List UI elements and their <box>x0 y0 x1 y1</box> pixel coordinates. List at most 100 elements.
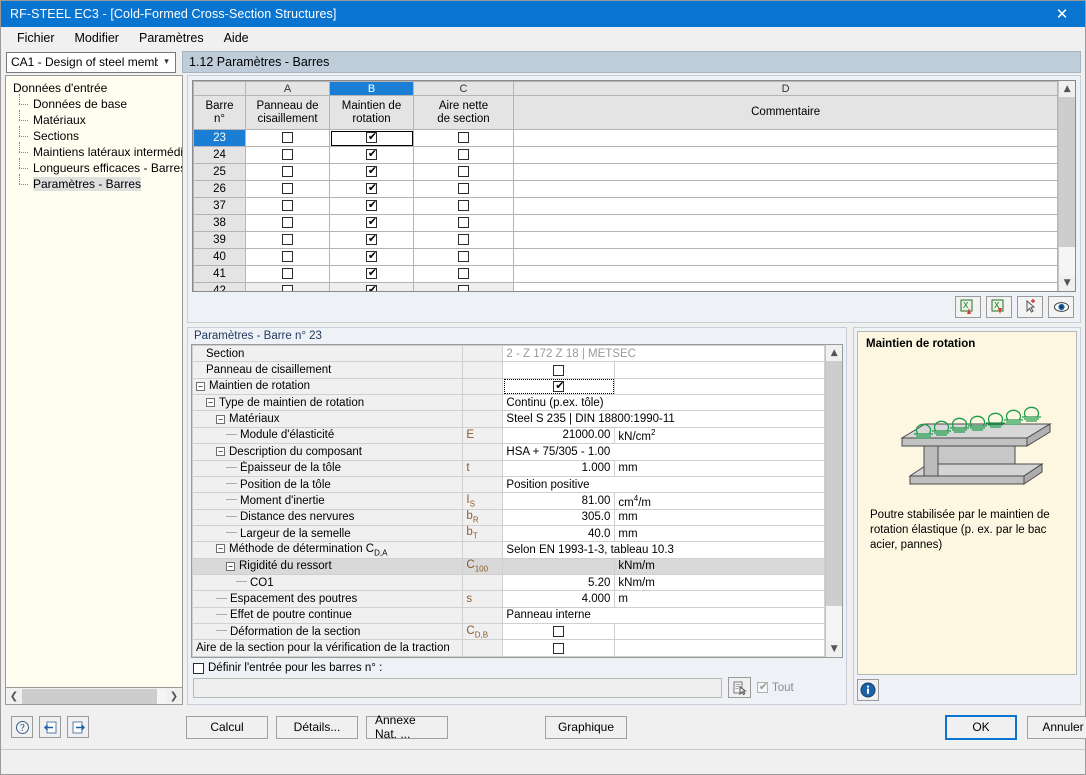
collapse-toggle-icon[interactable]: − <box>216 447 225 457</box>
close-icon[interactable]: ✕ <box>1039 1 1085 27</box>
member-numbers-input[interactable] <box>193 677 722 698</box>
checkbox[interactable] <box>458 183 469 195</box>
sidebar-item-donnees-de-base[interactable]: Données de base <box>19 94 180 112</box>
parameter-row[interactable]: Épaisseur de la tôle t 1.000 mm <box>192 459 826 477</box>
help-icon[interactable]: ? <box>11 716 33 738</box>
chevron-down-icon[interactable]: ▾ <box>158 53 175 72</box>
checkbox[interactable] <box>366 181 378 195</box>
parameter-value[interactable] <box>502 639 616 657</box>
cell-shear-panel[interactable] <box>245 129 330 147</box>
cancel-button[interactable]: Annuler <box>1027 715 1086 739</box>
cell-net-area[interactable] <box>413 180 514 198</box>
col-letter-d[interactable]: D <box>512 81 1059 96</box>
cell-net-area[interactable] <box>413 214 514 232</box>
parameter-value[interactable]: 2 - Z 172 Z 18 | METSEC <box>502 345 826 363</box>
sidebar-item-longueurs-efficaces[interactable]: Longueurs efficaces - Barres <box>19 158 182 176</box>
parameter-row[interactable]: − Type de maintien de rotation Continu (p.… <box>192 394 826 412</box>
sidebar-item-materiaux[interactable]: Matériaux <box>19 110 180 128</box>
parameter-row[interactable]: − Maintien de rotation <box>192 377 826 396</box>
details-button[interactable]: Détails... <box>276 715 358 739</box>
checkbox[interactable] <box>458 234 469 246</box>
cell-net-area[interactable] <box>413 197 514 215</box>
checkbox[interactable] <box>366 266 378 280</box>
menu-item-fichier[interactable]: Fichier <box>8 29 64 47</box>
all-members-checkbox[interactable] <box>757 680 769 693</box>
parameter-row[interactable]: Panneau de cisaillement <box>192 361 826 379</box>
chevron-left-icon[interactable]: ❮ <box>6 689 22 704</box>
row-number-cell[interactable]: 24 <box>193 146 246 164</box>
cell-comment[interactable] <box>512 197 1059 215</box>
scroll-track[interactable] <box>22 688 166 704</box>
parameter-row[interactable]: − Matériaux Steel S 235 | DIN 18800:1990-1… <box>192 410 826 428</box>
parameter-row[interactable]: Effet de poutre continue Panneau interne <box>192 606 826 625</box>
parameter-row[interactable]: − Rigidité du ressort C100 kNm/m <box>192 557 826 576</box>
parameter-value[interactable]: 81.00 <box>502 492 616 510</box>
cell-rotational-restraint[interactable] <box>329 146 414 164</box>
table-row[interactable]: 40 <box>193 248 1059 266</box>
cell-rotational-restraint[interactable] <box>329 248 414 266</box>
chevron-down-icon[interactable]: ▼ <box>1059 275 1075 291</box>
pick-object-icon[interactable] <box>728 677 751 698</box>
cell-shear-panel[interactable] <box>245 197 330 215</box>
table-row[interactable]: 37 <box>193 197 1059 215</box>
parameter-row[interactable]: Section 2 - Z 172 Z 18 | METSEC <box>192 345 826 363</box>
parameter-row[interactable]: CO1 5.20 kNm/m <box>192 574 826 592</box>
parameter-value[interactable]: Selon EN 1993-1-3, tableau 10.3 <box>502 541 826 559</box>
row-number-cell[interactable]: 23 <box>193 129 246 147</box>
table-row[interactable]: 24 <box>193 146 1059 164</box>
menu-item-modifier[interactable]: Modifier <box>66 29 128 47</box>
cell-net-area[interactable] <box>413 265 514 283</box>
row-number-cell[interactable]: 39 <box>193 231 246 249</box>
cell-net-area[interactable] <box>413 163 514 181</box>
cell-shear-panel[interactable] <box>245 163 330 181</box>
cell-shear-panel[interactable] <box>245 248 330 266</box>
table-row[interactable]: 39 <box>193 231 1059 249</box>
cell-net-area[interactable] <box>413 248 514 266</box>
cell-comment[interactable] <box>512 163 1059 181</box>
parameter-value[interactable] <box>502 361 616 379</box>
chevron-up-icon[interactable]: ▲ <box>1059 81 1075 97</box>
checkbox[interactable] <box>366 215 378 229</box>
checkbox[interactable] <box>458 217 469 229</box>
pick-member-icon[interactable] <box>1017 296 1043 318</box>
checkbox[interactable] <box>366 147 378 161</box>
cell-shear-panel[interactable] <box>245 146 330 164</box>
row-number-cell[interactable]: 40 <box>193 248 246 266</box>
cell-net-area[interactable] <box>413 129 514 147</box>
cell-shear-panel[interactable] <box>245 265 330 283</box>
cell-rotational-restraint[interactable] <box>329 231 414 249</box>
scroll-thumb[interactable] <box>22 688 157 704</box>
cell-comment[interactable] <box>512 265 1059 283</box>
row-number-cell[interactable]: 38 <box>193 214 246 232</box>
parameter-value[interactable]: 4.000 <box>502 590 616 608</box>
checkbox[interactable] <box>458 149 469 161</box>
ok-button[interactable]: OK <box>945 714 1017 740</box>
parameter-row[interactable]: − Méthode de détermination CD,A Selon EN 1… <box>192 541 826 559</box>
parameter-checkbox[interactable] <box>553 642 565 654</box>
parameter-row[interactable]: − Description du composant HSA + 75/305 - … <box>192 443 826 461</box>
chevron-right-icon[interactable]: ❯ <box>166 689 182 704</box>
define-entry-checkbox[interactable] <box>193 662 204 674</box>
table-row[interactable]: 38 <box>193 214 1059 232</box>
parameter-value[interactable]: Continu (p.ex. tôle) <box>502 394 826 412</box>
parameter-value[interactable]: 40.0 <box>502 524 616 543</box>
menu-item-aide[interactable]: Aide <box>215 29 258 47</box>
checkbox[interactable] <box>458 251 469 263</box>
parameter-value[interactable]: Panneau interne <box>502 606 826 625</box>
export-to-excel-down-icon[interactable]: X <box>986 296 1012 318</box>
checkbox[interactable] <box>282 183 293 195</box>
checkbox[interactable] <box>282 234 293 246</box>
table-row[interactable]: 25 <box>193 163 1059 181</box>
scroll-track[interactable] <box>1059 97 1075 275</box>
parameter-checkbox[interactable] <box>553 626 565 638</box>
cell-comment[interactable] <box>512 248 1059 266</box>
collapse-toggle-icon[interactable]: − <box>206 398 215 408</box>
cell-comment[interactable] <box>512 282 1059 291</box>
parameter-value[interactable]: 1.000 <box>502 459 616 477</box>
row-number-cell[interactable]: 26 <box>193 180 246 198</box>
calcul-button[interactable]: Calcul <box>186 715 268 739</box>
import-icon[interactable] <box>39 716 61 738</box>
checkbox[interactable] <box>282 166 293 178</box>
cell-comment[interactable] <box>512 214 1059 232</box>
parameter-row[interactable]: Espacement des poutres s 4.000 m <box>192 590 826 608</box>
